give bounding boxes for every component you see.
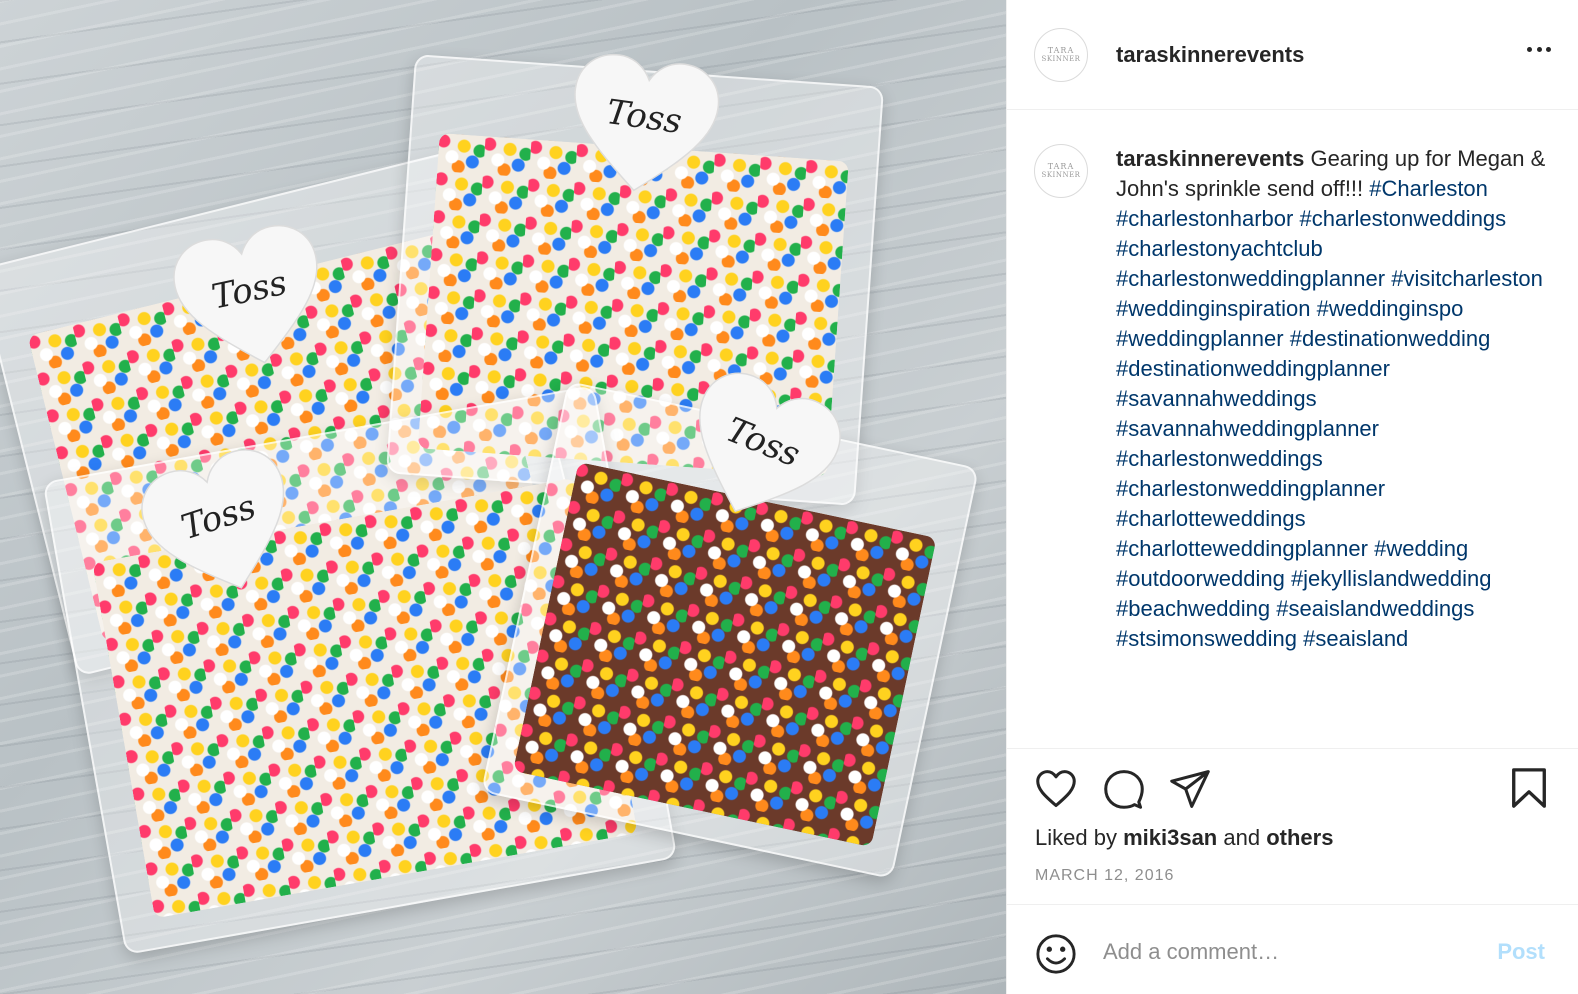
hashtag-link[interactable]: #seaislandweddings (1276, 596, 1474, 621)
header-username[interactable]: taraskinnerevents (1116, 42, 1304, 68)
likes-user[interactable]: miki3san (1123, 825, 1217, 850)
likes-others[interactable]: others (1266, 825, 1333, 850)
hashtag-link[interactable]: #charlestonweddingplanner (1116, 266, 1385, 291)
comment-icon[interactable] (1103, 769, 1145, 809)
post-comment-button[interactable]: Post (1497, 939, 1545, 965)
emoji-icon[interactable] (1035, 933, 1077, 975)
sprinkles (512, 461, 937, 848)
heart-tag: Toss (559, 45, 727, 205)
hashtag-link[interactable]: #outdoorwedding (1116, 566, 1285, 591)
avatar-text: SKINNER (1041, 171, 1081, 179)
hashtag-link[interactable]: #charlestonyachtclub (1116, 236, 1323, 261)
share-icon[interactable] (1169, 769, 1211, 809)
hashtag-link[interactable]: #weddingplanner (1116, 326, 1284, 351)
post-side-panel: TARA SKINNER taraskinnerevents TARA SKIN… (1006, 0, 1578, 994)
hashtag-link[interactable]: #Charleston (1369, 176, 1488, 201)
hashtag-link[interactable]: #stsimonswedding (1116, 626, 1297, 651)
avatar[interactable]: TARA SKINNER (1034, 144, 1088, 198)
avatar-text: TARA (1047, 45, 1075, 55)
hashtag-link[interactable]: #weddinginspo (1317, 296, 1464, 321)
hashtag-link[interactable]: #beachwedding (1116, 596, 1270, 621)
avatar[interactable]: TARA SKINNER (1034, 27, 1088, 82)
comment-input[interactable] (1103, 935, 1473, 969)
hashtag-link[interactable]: #charlestonweddings (1116, 446, 1323, 471)
likes-prefix: Liked by (1035, 825, 1117, 850)
post-header: TARA SKINNER taraskinnerevents (1007, 0, 1578, 110)
more-options-icon[interactable] (1521, 38, 1557, 60)
avatar-text: SKINNER (1041, 54, 1081, 63)
likes-summary[interactable]: Liked by miki3san and others (1035, 825, 1333, 851)
caption-area[interactable]: TARA SKINNER taraskinnerevents Gearing u… (1007, 110, 1578, 748)
hashtag-link[interactable]: #charlotteweddingplanner (1116, 536, 1368, 561)
avatar-text: TARA (1047, 162, 1075, 171)
caption: taraskinnerevents Gearing up for Megan &… (1116, 144, 1556, 748)
hashtag-link[interactable]: #destinationweddingplanner (1116, 356, 1390, 381)
likes-joiner: and (1223, 825, 1261, 850)
hashtag-link[interactable]: #destinationwedding (1290, 326, 1491, 351)
hashtag-link[interactable]: #savannahweddingplanner (1116, 416, 1379, 441)
hashtag-link[interactable]: #charlotteweddings (1116, 506, 1306, 531)
hashtag-link[interactable]: #weddinginspiration (1116, 296, 1310, 321)
hashtag-link[interactable]: #visitcharleston (1391, 266, 1543, 291)
hashtag-link[interactable]: #charlestonweddings (1299, 206, 1506, 231)
caption-username[interactable]: taraskinnerevents (1116, 146, 1304, 171)
hashtag-link[interactable]: #savannahweddings (1116, 386, 1317, 411)
post-photo[interactable]: Toss Toss Toss Toss (0, 0, 1006, 994)
hashtag-link[interactable]: #charlestonharbor (1116, 206, 1293, 231)
hashtag-link[interactable]: #wedding (1374, 536, 1468, 561)
post-date[interactable]: MARCH 12, 2016 (1035, 867, 1174, 885)
bookmark-icon[interactable] (1509, 767, 1549, 809)
comment-bar: Post (1007, 904, 1578, 994)
hashtag-list: #Charleston #charlestonharbor #charlesto… (1116, 176, 1543, 651)
hashtag-link[interactable]: #jekyllislandwedding (1291, 566, 1492, 591)
heart-icon[interactable] (1035, 769, 1077, 809)
post-actions: Liked by miki3san and others MARCH 12, 2… (1007, 748, 1578, 904)
hashtag-link[interactable]: #charlestonweddingplanner (1116, 476, 1385, 501)
hashtag-link[interactable]: #seaisland (1303, 626, 1408, 651)
